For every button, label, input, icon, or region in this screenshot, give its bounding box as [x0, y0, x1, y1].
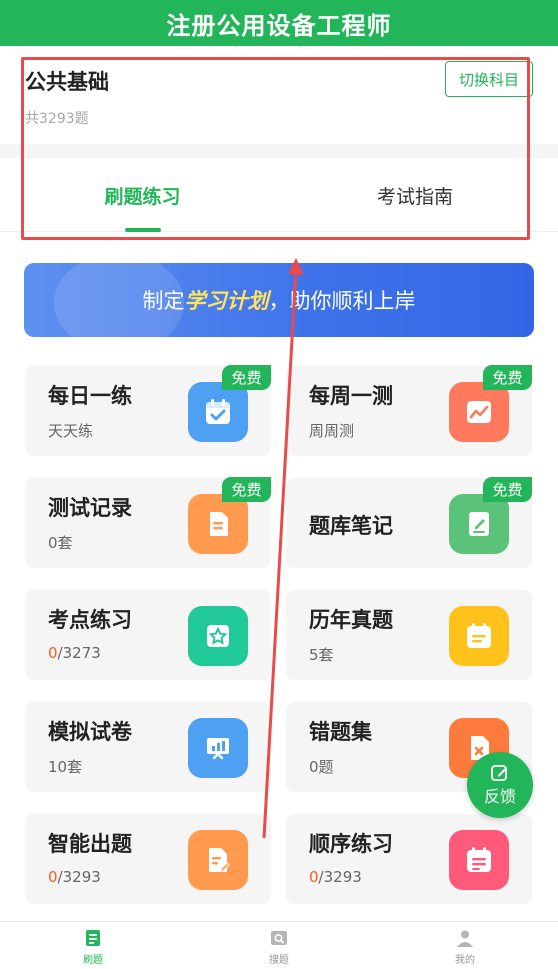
card-smart-questions[interactable]: 智能出题 0/3293: [25, 814, 271, 904]
banner-suffix: ，助你顺利上岸: [268, 289, 416, 313]
card-title: 考点练习: [48, 608, 132, 632]
progress-done: 0: [48, 644, 58, 662]
presentation-icon: [188, 718, 248, 778]
document-icon: [188, 494, 248, 554]
banner-highlight: 学习计划: [184, 289, 269, 313]
free-badge: 免费: [483, 365, 532, 390]
free-badge: 免费: [222, 365, 271, 390]
bottom-nav: 刷题 搜题 我的: [0, 921, 558, 969]
practice-icon: [86, 930, 100, 946]
switch-subject-button[interactable]: 切换科目: [445, 61, 533, 97]
calendar-check-icon: [188, 382, 248, 442]
card-progress: 0/3273: [48, 644, 101, 662]
nav-label: 刷题: [83, 955, 103, 966]
card-progress: 0/3293: [48, 868, 101, 886]
tab-bar: 刷题练习 考试指南: [0, 158, 558, 232]
tab-exam-guide[interactable]: 考试指南: [300, 158, 530, 232]
card-subtitle: 10套: [48, 758, 83, 776]
free-badge: 免费: [222, 477, 271, 502]
study-plan-banner[interactable]: 制定学习计划，助你顺利上岸: [24, 263, 534, 337]
card-daily-practice[interactable]: 每日一练 天天练 免费: [25, 365, 271, 456]
star-card-icon: [188, 606, 248, 666]
nav-item-practice[interactable]: 刷题: [53, 928, 133, 966]
card-mock-exams[interactable]: 模拟试卷 10套: [25, 702, 271, 792]
free-badge: 免费: [483, 477, 532, 502]
notebook-icon: [449, 494, 509, 554]
progress-total: /3293: [57, 868, 101, 886]
card-subtitle: 天天练: [48, 422, 94, 440]
card-key-point-practice[interactable]: 考点练习 0/3273: [25, 590, 271, 680]
card-subtitle: 周周测: [309, 422, 355, 440]
banner-prefix: 制定: [142, 289, 185, 313]
progress-total: /3273: [57, 644, 101, 662]
card-weekly-test[interactable]: 每周一测 周周测 免费: [286, 365, 532, 456]
card-title: 历年真题: [309, 608, 393, 632]
app-header: 注册公用设备工程师: [0, 0, 558, 46]
progress-done: 0: [309, 868, 319, 886]
calendar-list-icon: [449, 606, 509, 666]
tab-practice[interactable]: 刷题练习: [25, 158, 260, 232]
sequence-calendar-icon: [449, 830, 509, 890]
progress-done: 0: [48, 868, 58, 886]
page-title: 注册公用设备工程师: [166, 11, 392, 40]
card-subtitle: 0套: [48, 534, 73, 552]
subject-title: 公共基础: [25, 70, 109, 94]
card-progress: 0/3293: [309, 868, 362, 886]
chart-card-icon: [449, 382, 509, 442]
feedback-button[interactable]: 反馈: [467, 752, 533, 818]
card-test-records[interactable]: 测试记录 0套 免费: [25, 477, 271, 568]
card-title: 每周一测: [309, 384, 393, 408]
card-title: 顺序练习: [309, 832, 393, 856]
card-past-exams[interactable]: 历年真题 5套: [286, 590, 532, 680]
nav-label: 搜题: [269, 955, 289, 966]
search-question-icon: [271, 931, 287, 945]
section-divider: [0, 144, 558, 158]
card-title: 错题集: [309, 720, 372, 744]
subject-panel: 公共基础 共3293题 切换科目: [0, 46, 558, 144]
card-sequential-practice[interactable]: 顺序练习 0/3293: [286, 814, 532, 904]
banner-text: 制定学习计划，助你顺利上岸: [143, 285, 416, 315]
card-title: 每日一练: [48, 384, 132, 408]
feedback-edit-icon: [491, 765, 507, 781]
card-title: 智能出题: [48, 832, 132, 856]
edit-doc-icon: [188, 830, 248, 890]
active-tab-indicator: [125, 228, 161, 232]
card-title: 测试记录: [48, 496, 132, 520]
card-title: 题库笔记: [309, 514, 393, 538]
card-subtitle: 5套: [309, 646, 334, 664]
nav-item-profile[interactable]: 我的: [425, 928, 505, 966]
nav-item-search[interactable]: 搜题: [239, 928, 319, 966]
card-subtitle: 0题: [309, 758, 334, 776]
nav-label: 我的: [455, 955, 475, 966]
profile-icon: [457, 930, 473, 947]
card-question-notes[interactable]: 题库笔记 免费: [286, 477, 532, 568]
question-count: 共3293题: [25, 111, 89, 127]
progress-total: /3293: [318, 868, 362, 886]
card-title: 模拟试卷: [48, 720, 132, 744]
feedback-label: 反馈: [483, 787, 516, 806]
